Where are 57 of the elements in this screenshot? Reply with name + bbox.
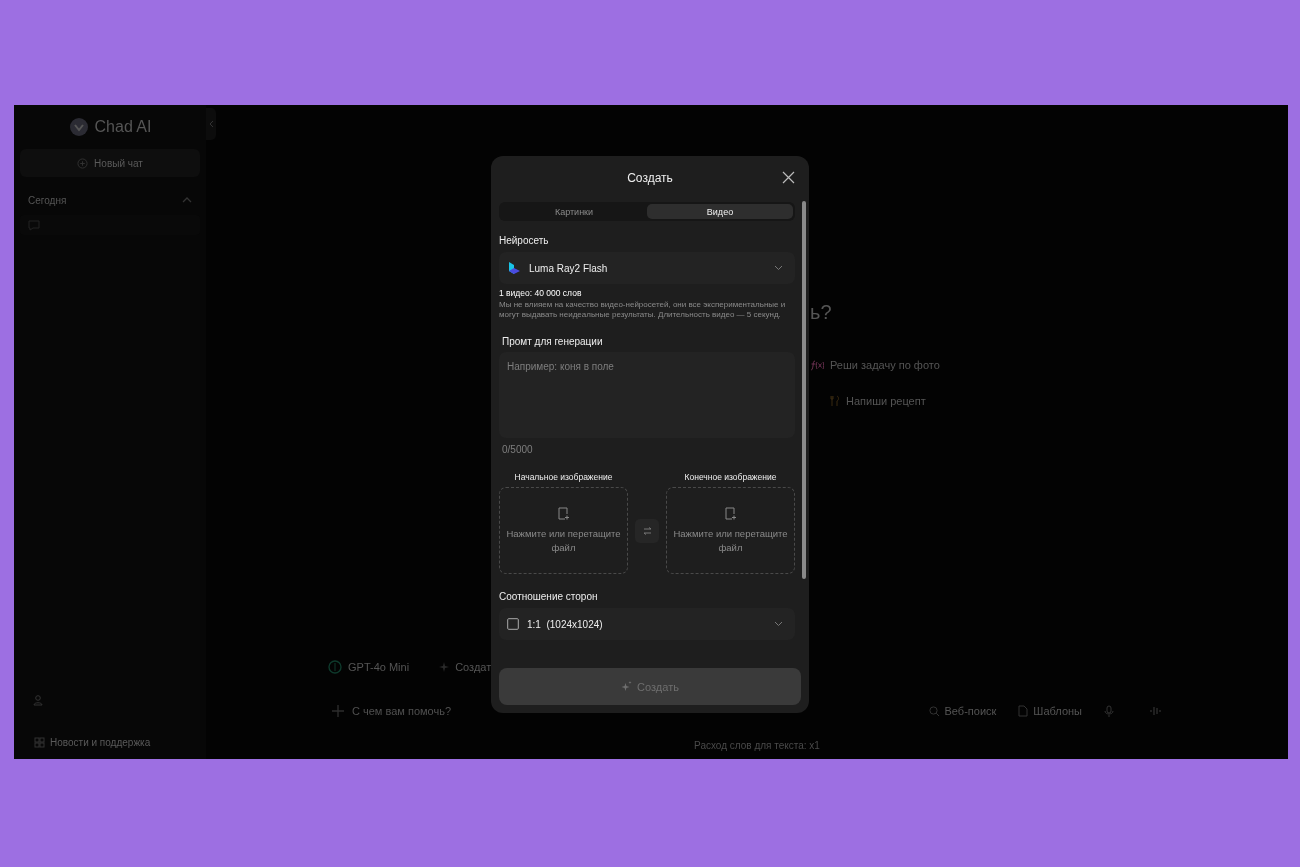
suggestion-button[interactable]: Напиши рецепт — [826, 393, 930, 409]
model-chip[interactable]: GPT-4o Mini — [328, 660, 410, 674]
sparkle-icon — [439, 662, 450, 672]
sound-wave-icon[interactable] — [1150, 705, 1162, 717]
chevron-down-icon — [774, 265, 783, 271]
square-icon — [507, 618, 519, 630]
new-chat-button[interactable]: Новый чат — [20, 149, 200, 177]
tab[interactable]: Картинки — [501, 204, 647, 219]
collapse-sidebar-handle[interactable] — [206, 108, 216, 140]
field-label: Нейросеть — [499, 235, 550, 246]
file-add-icon — [724, 506, 737, 520]
field-label: Промт для генерации — [501, 336, 604, 347]
user-icon[interactable] — [33, 695, 43, 706]
cost-text: 1 видео: 40 000 слов — [499, 288, 583, 298]
close-icon[interactable] — [782, 171, 795, 184]
disclaimer-text: Мы не влияем на качество видео-нейросетей, они все экспериментальные и могут выдавать неидеальные результаты. Длительность видео — 5 секунд. — [499, 300, 787, 320]
plus-icon[interactable] — [332, 705, 344, 717]
chevron-down-icon — [774, 621, 783, 627]
upload-dropzone[interactable]: Нажмите или перетащите файл — [666, 487, 795, 574]
plus-circle-icon — [77, 157, 89, 169]
file-add-icon — [557, 506, 570, 520]
usage-note: Расход слов для текста: x1 — [693, 740, 821, 751]
swap-arrows-icon — [642, 527, 652, 535]
section-title: Сегодня — [28, 194, 67, 206]
chevron-left-icon — [208, 120, 214, 128]
chevron-icon[interactable] — [182, 196, 192, 204]
web-search-button[interactable]: Веб-поиск — [928, 705, 997, 717]
function-icon — [810, 359, 824, 371]
fork-knife-icon — [830, 395, 840, 407]
upload-label: Конечное изображение — [684, 472, 777, 482]
create-chip[interactable]: Создат — [439, 660, 492, 674]
grid-icon — [34, 736, 45, 748]
upload-dropzone[interactable]: Нажмите или перетащите файл — [499, 487, 628, 574]
dialog-title: Создать — [627, 171, 673, 185]
upload-hint: Нажмите или перетащите файл — [505, 526, 622, 555]
character-counter: 0/5000 — [502, 444, 534, 455]
tab[interactable]: Видео — [647, 204, 793, 219]
templates-button[interactable]: Шаблоны — [1018, 705, 1082, 717]
heading-text: ь? — [810, 301, 832, 323]
field-label: Соотношение сторон — [499, 591, 599, 602]
chat-input[interactable]: С чем вам помочь? — [350, 704, 923, 718]
luma-logo-icon — [507, 261, 521, 275]
prompt-field[interactable]: Например: коня в поле — [499, 352, 795, 438]
model-select[interactable]: Luma Ray2 Flash — [499, 252, 795, 284]
microphone-icon[interactable] — [1104, 704, 1114, 718]
suggestion-button[interactable]: Реши задачу по фото — [806, 357, 944, 373]
swap-button[interactable] — [635, 519, 659, 543]
search-icon — [928, 705, 940, 717]
aspect-ratio-select[interactable]: 1:1 (1024x1024) — [499, 608, 795, 640]
model-logo-icon — [328, 660, 342, 674]
logo-text: Chad AI — [94, 118, 152, 136]
logo-icon — [68, 117, 89, 137]
upload-hint: Нажмите или перетащите файл — [672, 526, 789, 555]
sparkle-icon — [621, 681, 633, 692]
upload-label: Начальное изображение — [514, 472, 613, 482]
news-support-link[interactable]: Новости и поддержка — [50, 736, 151, 748]
document-icon — [1018, 705, 1029, 717]
